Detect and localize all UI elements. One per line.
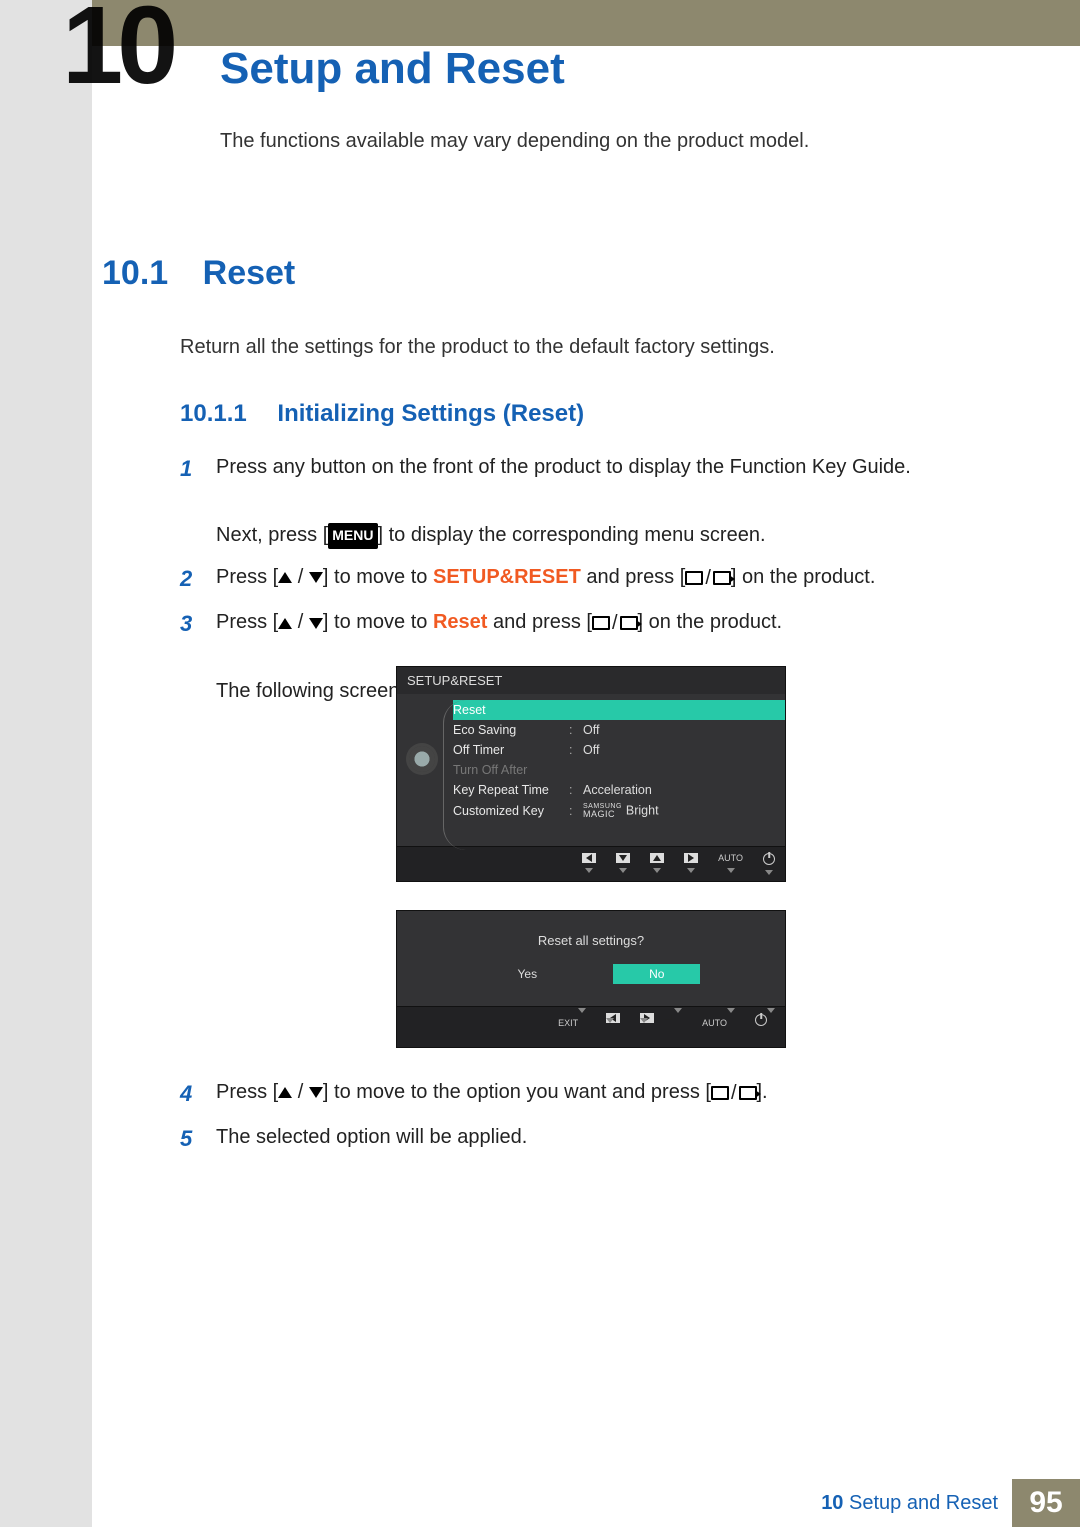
triangle-down-icon	[309, 618, 323, 629]
osd-label: Key Repeat Time	[453, 783, 569, 797]
osd-row-turnoff: Turn Off After	[453, 760, 785, 780]
osd-label: Customized Key	[453, 804, 569, 818]
intro-text: The functions available may vary dependi…	[220, 130, 809, 153]
step-number: 1	[180, 450, 216, 487]
section-description: Return all the settings for the product …	[180, 336, 775, 359]
txt: Press [	[216, 611, 278, 633]
page-title: Setup and Reset	[220, 44, 565, 94]
osd-footer: AUTO	[397, 846, 785, 881]
step-5-text: The selected option will be applied.	[216, 1120, 1000, 1154]
triangle-up-icon	[278, 618, 292, 629]
step-1-line2-post: ] to display the corresponding menu scre…	[378, 524, 766, 546]
osd-row-eco[interactable]: Eco Saving : Off	[453, 720, 785, 740]
dialog-footer: EXIT AUTO	[397, 1006, 785, 1047]
page-number: 95	[1012, 1479, 1080, 1527]
osd-menu: SETUP&RESET Reset Eco Saving : Off Off T…	[396, 666, 786, 882]
osd-label: Turn Off After	[453, 763, 569, 777]
txt: ] on the product.	[638, 611, 783, 633]
nav-right-icon[interactable]	[640, 1013, 654, 1041]
chapter-number: 10	[62, 0, 172, 109]
nav-right-icon[interactable]	[684, 853, 698, 875]
footer-chapter-label: 10 Setup and Reset	[821, 1492, 998, 1515]
step-1: 1 Press any button on the front of the p…	[180, 450, 1000, 552]
nav-left-icon[interactable]	[582, 853, 596, 875]
osd-label: Eco Saving	[453, 723, 569, 737]
target-label: Reset	[433, 611, 487, 633]
steps-list-continued: 4 Press [ / ] to move to the option you …	[180, 1075, 1000, 1158]
nav-up-icon[interactable]	[650, 853, 664, 875]
nav-down-icon[interactable]	[616, 853, 630, 875]
pdf-sidebar	[0, 0, 92, 1527]
osd-row-keyrepeat[interactable]: Key Repeat Time : Acceleration	[453, 780, 785, 800]
txt: ] to move to	[323, 611, 433, 633]
osd-label: Reset	[453, 703, 569, 717]
page-footer: 10 Setup and Reset 95	[92, 1479, 1080, 1527]
enter-icon[interactable]	[674, 1013, 682, 1041]
exit-button[interactable]: EXIT	[558, 1013, 586, 1041]
auto-button[interactable]: AUTO	[702, 1013, 735, 1041]
osd-title: SETUP&RESET	[397, 667, 785, 694]
step-2: 2 Press [ / ] to move to SETUP&RESET and…	[180, 560, 1000, 597]
target-label: SETUP&RESET	[433, 566, 581, 588]
step-number: 5	[180, 1120, 216, 1157]
txt: and press [	[581, 566, 686, 588]
source-enter-icon: /	[711, 1076, 757, 1110]
txt: ] on the product.	[731, 566, 876, 588]
osd-value: Off	[583, 743, 775, 757]
pdf-header-band	[92, 0, 1080, 46]
gear-icon	[409, 746, 435, 772]
arc-divider	[443, 700, 466, 850]
triangle-up-icon	[278, 572, 292, 583]
step-1-line1: Press any button on the front of the pro…	[216, 456, 911, 478]
subsection-heading: 10.1.1 Initializing Settings (Reset)	[180, 400, 584, 428]
osd-value: SAMSUNGMAGICBright	[583, 803, 775, 819]
osd-screenshot-group: SETUP&RESET Reset Eco Saving : Off Off T…	[396, 666, 786, 1048]
osd-label: Off Timer	[453, 743, 569, 757]
section-heading: 10.1 Reset	[102, 254, 295, 293]
nav-left-icon[interactable]	[606, 1013, 620, 1041]
reset-confirm-dialog: Reset all settings? Yes No EXIT AUTO	[396, 910, 786, 1048]
txt: ] to move to the option you want and pre…	[323, 1081, 711, 1103]
source-enter-icon: /	[685, 561, 731, 595]
dialog-yes[interactable]: Yes	[482, 964, 574, 984]
dialog-no[interactable]: No	[613, 964, 700, 984]
txt: Press [	[216, 1081, 278, 1103]
source-enter-icon: /	[592, 606, 638, 640]
osd-row-offtimer[interactable]: Off Timer : Off	[453, 740, 785, 760]
dialog-question: Reset all settings?	[397, 911, 785, 964]
step-number: 3	[180, 605, 216, 642]
triangle-down-icon	[309, 1087, 323, 1098]
step-5: 5 The selected option will be applied.	[180, 1120, 1000, 1157]
osd-row-reset[interactable]: Reset	[453, 700, 785, 720]
triangle-down-icon	[309, 572, 323, 583]
step-4: 4 Press [ / ] to move to the option you …	[180, 1075, 1000, 1112]
osd-value: Off	[583, 723, 775, 737]
menu-icon: MENU	[328, 523, 377, 549]
subsection-title: Initializing Settings (Reset)	[277, 400, 584, 427]
step-number: 2	[180, 560, 216, 597]
txt: Press [	[216, 566, 278, 588]
section-number: 10.1	[102, 254, 168, 292]
section-title: Reset	[203, 254, 296, 292]
auto-button[interactable]: AUTO	[718, 853, 743, 875]
osd-row-customkey[interactable]: Customized Key : SAMSUNGMAGICBright	[453, 800, 785, 822]
power-icon[interactable]	[763, 853, 775, 875]
step-number: 4	[180, 1075, 216, 1112]
osd-value: Acceleration	[583, 783, 775, 797]
subsection-number: 10.1.1	[180, 400, 247, 427]
step-1-line2-pre: Next, press [	[216, 524, 328, 546]
power-icon[interactable]	[755, 1013, 775, 1041]
txt: ] to move to	[323, 566, 433, 588]
triangle-up-icon	[278, 1087, 292, 1098]
txt: and press [	[487, 611, 592, 633]
